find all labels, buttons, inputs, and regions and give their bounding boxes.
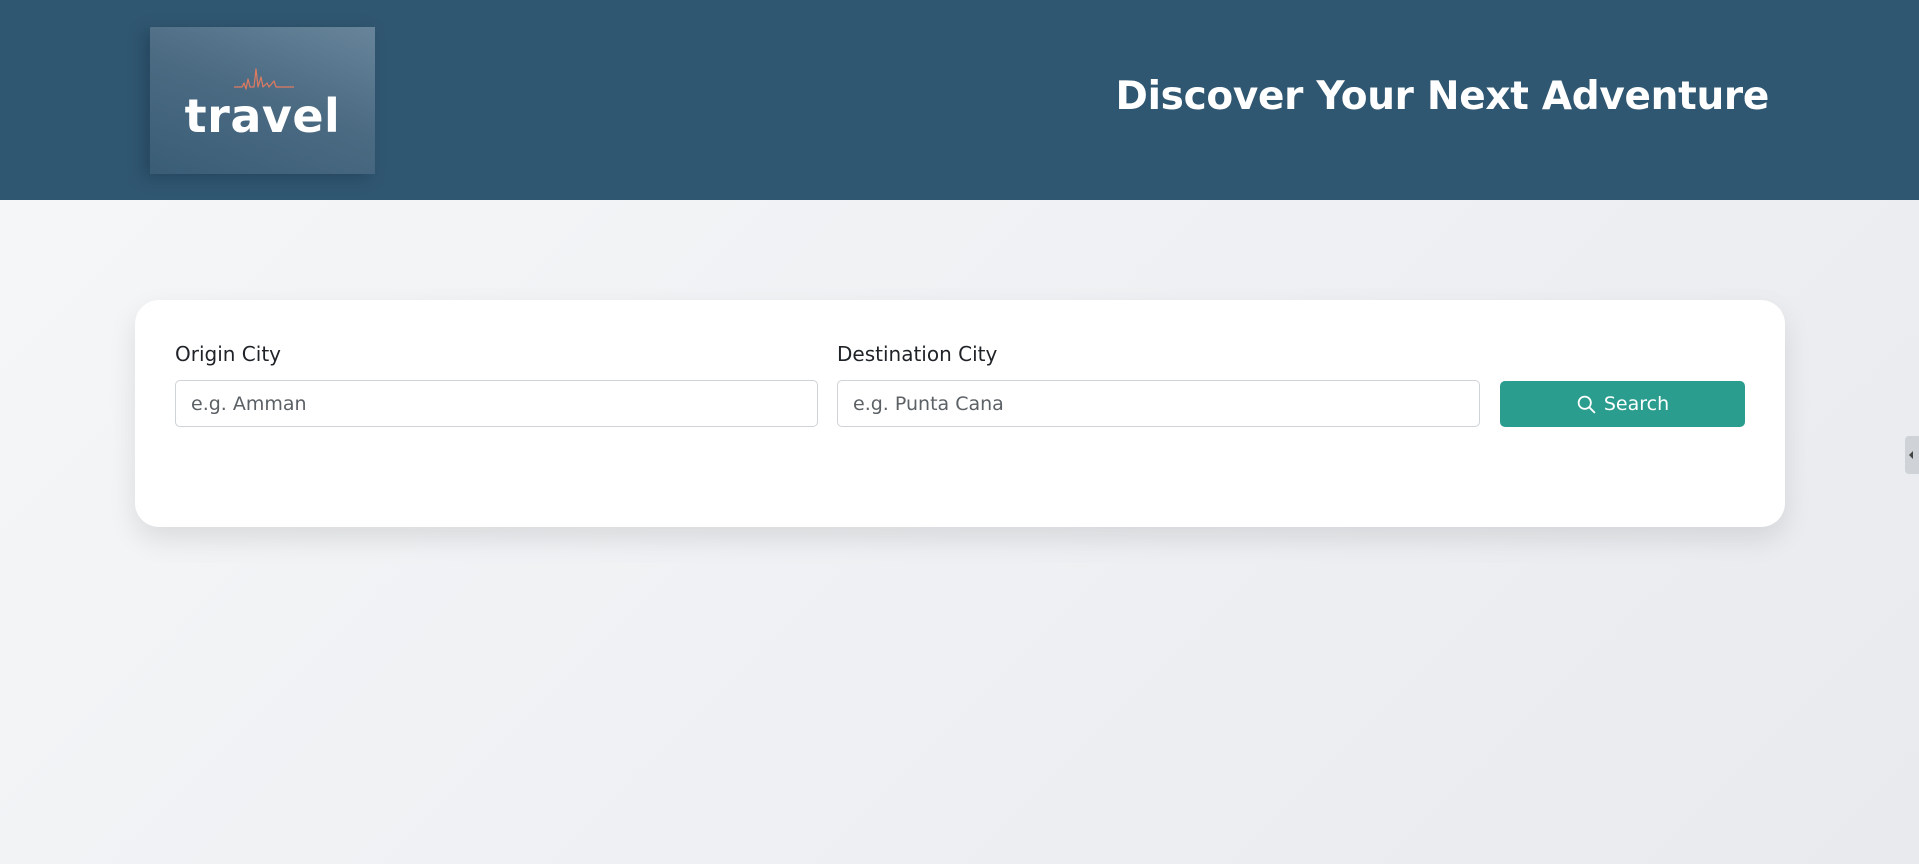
search-icon [1577, 395, 1596, 413]
page-title: Discover Your Next Adventure [1115, 74, 1770, 119]
destination-input[interactable] [837, 380, 1480, 427]
logo-text: travel [184, 89, 341, 143]
origin-label: Origin City [175, 342, 282, 366]
destination-label: Destination City [837, 342, 998, 366]
search-card: Origin City Destination City Search [135, 300, 1785, 527]
origin-input[interactable] [175, 380, 818, 427]
search-button-label: Search [1603, 393, 1670, 415]
site-header: travel Discover Your Next Adventure [0, 0, 1919, 200]
side-panel-toggle[interactable] [1905, 436, 1919, 474]
search-button[interactable]: Search [1500, 381, 1745, 427]
travel-logo[interactable]: travel [150, 27, 375, 174]
